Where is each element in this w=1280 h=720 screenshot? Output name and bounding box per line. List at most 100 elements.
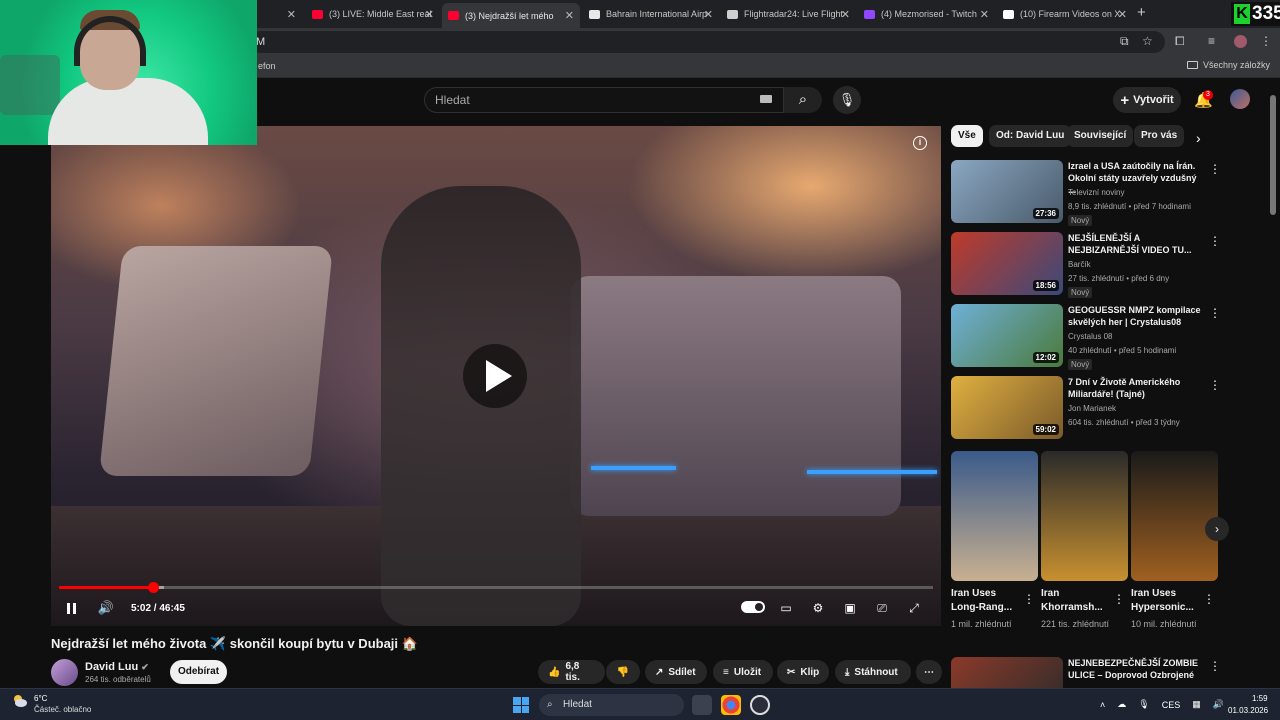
more-vertical-icon[interactable]: ⋮	[1209, 162, 1221, 176]
pause-button[interactable]	[59, 596, 83, 620]
voice-search-button[interactable]: 🎙	[833, 86, 861, 114]
bookmark-item[interactable]: efon	[258, 61, 276, 71]
weather-temperature[interactable]: 6°C	[34, 694, 47, 703]
volume-icon[interactable]: 🔊	[1213, 699, 1224, 710]
search-button[interactable]: ⌕	[784, 87, 822, 113]
theater-mode-icon[interactable]: ▣	[838, 598, 862, 618]
clock-time[interactable]: 1:59	[1252, 694, 1268, 703]
save-button[interactable]: ≡ Uložit	[713, 660, 773, 684]
close-icon[interactable]: ✕	[704, 8, 713, 21]
more-vertical-icon[interactable]: ⋮	[1203, 592, 1215, 606]
rec-channel[interactable]: Jon Marianek	[1068, 404, 1116, 413]
browser-tab[interactable]: Bahrain International Airp ✕	[583, 4, 719, 24]
browser-menu-icon[interactable]: ⋮	[1260, 34, 1272, 48]
media-controls-icon[interactable]: ≡	[1208, 34, 1215, 48]
clip-button[interactable]: ✂ Klip	[777, 660, 829, 684]
close-icon[interactable]: ✕	[565, 9, 574, 22]
page-scrollbar[interactable]	[1270, 90, 1276, 690]
close-icon[interactable]: ✕	[1118, 8, 1127, 21]
all-bookmarks-button[interactable]: Všechny záložky	[1186, 60, 1270, 70]
list-item[interactable]: 59:02 7 Dní v Životě Amerického Miliardář…	[951, 376, 1221, 442]
filter-chip[interactable]: Od: David Luu	[989, 125, 1072, 147]
create-button[interactable]: + Vytvořit	[1113, 87, 1181, 113]
short-thumbnail[interactable]	[951, 451, 1038, 581]
list-item[interactable]: 12:02 GEOGUESSR NMPZ kompilace skvělých h…	[951, 304, 1221, 370]
close-icon[interactable]: ✕	[980, 8, 989, 21]
weather-cloud-icon[interactable]	[12, 694, 28, 708]
video-thumbnail[interactable]: 59:02	[951, 376, 1063, 439]
share-button[interactable]: ↗ Sdílet	[645, 660, 707, 684]
subscribe-button[interactable]: Odebírat	[170, 660, 227, 684]
browser-tab[interactable]: Flightradar24: Live Flight ✕	[721, 4, 856, 24]
keyboard-icon[interactable]	[760, 95, 772, 103]
more-vertical-icon[interactable]: ⋮	[1113, 592, 1125, 606]
user-avatar[interactable]	[1230, 89, 1250, 109]
browser-tab[interactable]: (10) Firearm Videos on X ✕	[997, 4, 1133, 24]
browser-tab[interactable]: (3) LIVE: Middle East real ✕	[306, 4, 440, 24]
close-icon[interactable]: ✕	[287, 8, 296, 21]
short-title[interactable]: Iran Uses Long-Rang...	[951, 587, 1026, 615]
language-indicator[interactable]: CES	[1162, 700, 1181, 710]
rec-title[interactable]: 7 Dní v Životě Amerického Miliardáře! (T…	[1068, 376, 1203, 400]
list-item[interactable]: 18:56 NEJŠÍLENĚJŠÍ A NEJBIZARNĚJŠÍ VIDEO …	[951, 232, 1221, 298]
short-thumbnail[interactable]	[1041, 451, 1128, 581]
video-thumbnail[interactable]: 18:56	[951, 232, 1063, 295]
channel-name-text[interactable]: David Luu	[85, 661, 138, 673]
progress-bar[interactable]	[59, 582, 933, 593]
video-thumbnail[interactable]	[951, 657, 1063, 688]
more-vertical-icon[interactable]: ⋮	[1209, 378, 1221, 392]
profile-avatar[interactable]	[1234, 35, 1247, 48]
more-vertical-icon[interactable]: ⋮	[1209, 659, 1221, 673]
more-vertical-icon[interactable]: ⋮	[1023, 592, 1035, 606]
chevron-up-icon[interactable]: ˄	[1100, 700, 1105, 710]
autoplay-toggle[interactable]	[741, 601, 765, 613]
extensions-icon[interactable]: ⧠	[1175, 34, 1185, 49]
close-icon[interactable]: ✕	[841, 8, 850, 21]
subtitles-icon[interactable]: ▭	[774, 598, 798, 618]
volume-icon[interactable]: 🔊	[95, 596, 117, 620]
close-icon[interactable]: ✕	[425, 8, 434, 21]
windows-start-button[interactable]	[513, 697, 529, 713]
video-thumbnail[interactable]: 27:36	[951, 160, 1063, 223]
rec-title[interactable]: NEJŠÍLENĚJŠÍ A NEJBIZARNĚJŠÍ VIDEO TU...	[1068, 232, 1203, 256]
bookmark-star-icon[interactable]: ☆	[1142, 34, 1153, 48]
short-title[interactable]: Iran Khorramsh...	[1041, 587, 1116, 615]
browser-tab[interactable]: (3) Nejdražší let mého ✕	[442, 3, 580, 28]
info-icon[interactable]: i	[913, 136, 927, 150]
progress-scrubber[interactable]	[148, 582, 160, 593]
short-thumbnail[interactable]	[1131, 451, 1218, 581]
play-overlay-button[interactable]	[463, 344, 527, 408]
fullscreen-icon[interactable]: ⤢	[902, 598, 926, 618]
chevron-right-icon[interactable]: ›	[1196, 130, 1201, 146]
weather-description[interactable]: Částeč. oblačno	[34, 705, 91, 714]
short-title[interactable]: Iran Uses Hypersonic...	[1131, 587, 1206, 615]
chrome-icon[interactable]	[721, 695, 741, 715]
download-button[interactable]: ⤓ Stáhnout	[835, 660, 911, 684]
settings-gear-icon[interactable]: ⚙	[806, 598, 830, 618]
rec-title[interactable]: NEJNEBEZPEČNĚJŠÍ ZOMBIE ULICE – Doprovod…	[1068, 657, 1203, 688]
microphone-icon[interactable]: 🎙	[1138, 699, 1149, 710]
new-tab-button[interactable]: +	[1137, 4, 1146, 21]
search-input[interactable]: Hledat	[424, 87, 784, 113]
video-thumbnail[interactable]: 12:02	[951, 304, 1063, 367]
taskbar-search[interactable]: ⌕ Hledat	[539, 694, 684, 716]
more-vertical-icon[interactable]: ⋮	[1209, 306, 1221, 320]
browser-tab[interactable]: (4) Mezmorised - Twitch ✕	[858, 4, 995, 24]
rec-title[interactable]: GEOGUESSR NMPZ kompilace skvělých her | …	[1068, 304, 1203, 328]
task-view-icon[interactable]	[692, 695, 712, 715]
app-icon[interactable]	[750, 695, 770, 715]
scrollbar-thumb[interactable]	[1270, 95, 1276, 215]
filter-chip[interactable]: Vše	[951, 125, 983, 147]
more-actions-button[interactable]: ⋯	[916, 660, 942, 684]
rec-channel[interactable]: Barčík	[1068, 260, 1091, 269]
video-player[interactable]: i 🔊 5:02 / 46:45 ▭ ⚙ ▣ ⎚ ⤢	[51, 126, 941, 626]
network-icon[interactable]: ▦	[1192, 699, 1201, 710]
channel-name[interactable]: David Luu ✔	[85, 661, 149, 673]
channel-avatar[interactable]	[51, 659, 78, 686]
rec-channel[interactable]: Crystalus 08	[1068, 332, 1112, 341]
cloud-icon[interactable]: ☁	[1117, 699, 1126, 710]
list-item[interactable]: 27:36 Izrael a USA zaútočily na Írán. Oko…	[951, 160, 1221, 226]
url-input[interactable]: M	[250, 31, 1165, 53]
shorts-next-button[interactable]: ›	[1205, 517, 1229, 541]
clock-date[interactable]: 01.03.2026	[1228, 706, 1268, 715]
